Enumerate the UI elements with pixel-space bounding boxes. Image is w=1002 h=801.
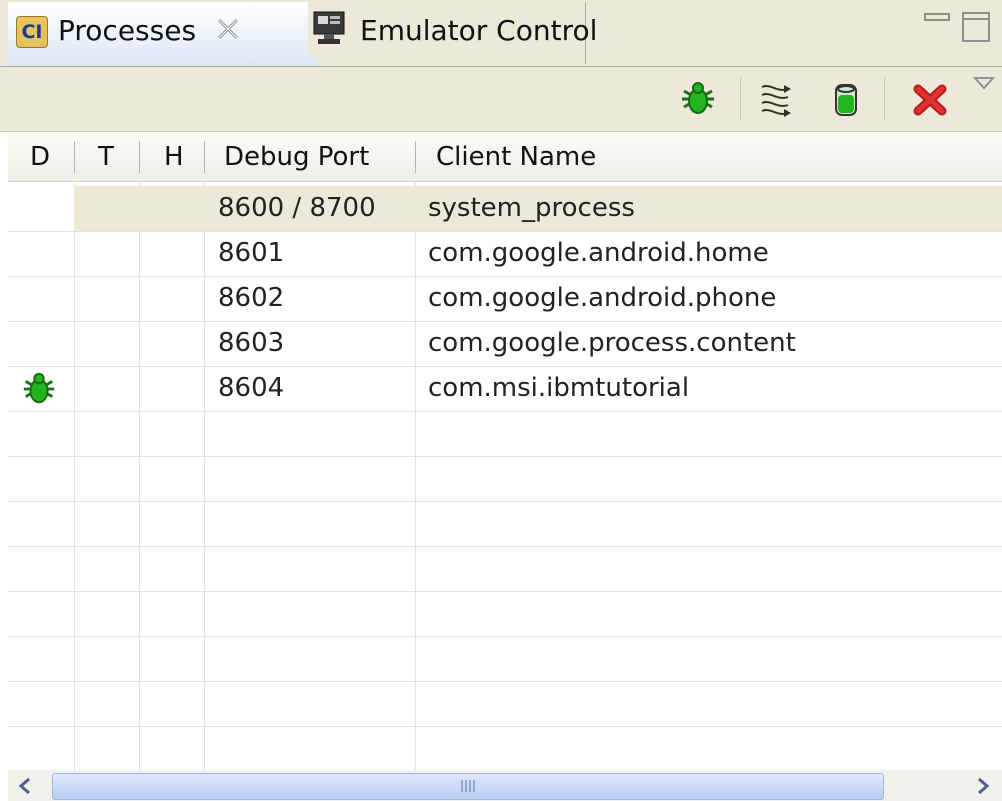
tab-bar: CI Processes Emulator Control bbox=[0, 0, 1002, 67]
empty-row bbox=[8, 411, 1002, 457]
empty-row bbox=[8, 591, 1002, 637]
toolbar bbox=[0, 67, 1002, 132]
update-threads-button[interactable] bbox=[752, 75, 800, 123]
column-header-t[interactable]: T bbox=[98, 133, 114, 181]
column-header-debug-port[interactable]: Debug Port bbox=[224, 133, 369, 181]
empty-row bbox=[8, 636, 1002, 682]
update-heap-button[interactable] bbox=[822, 75, 870, 123]
debug-port-cell: 8602 bbox=[218, 283, 285, 313]
update-threads-icon bbox=[761, 85, 791, 117]
column-header-h[interactable]: H bbox=[164, 133, 184, 181]
process-table: D T H Debug Port Client Name 8600 / 8700… bbox=[8, 133, 1002, 770]
close-icon[interactable] bbox=[214, 15, 242, 43]
chevron-left-icon bbox=[18, 777, 30, 794]
chevron-right-icon bbox=[978, 777, 990, 794]
empty-row bbox=[8, 681, 1002, 727]
table-row[interactable]: 8604 com.msi.ibmtutorial bbox=[8, 366, 1002, 412]
client-name-cell: com.google.android.phone bbox=[428, 283, 777, 313]
minimize-icon[interactable] bbox=[922, 10, 952, 32]
bug-icon bbox=[682, 82, 714, 114]
scroll-thumb[interactable] bbox=[52, 773, 884, 800]
tab-emulator-control-label: Emulator Control bbox=[360, 14, 598, 47]
debug-port-cell: 8600 / 8700 bbox=[218, 193, 376, 223]
emulator-icon bbox=[313, 11, 345, 44]
horizontal-scrollbar[interactable] bbox=[8, 770, 1002, 801]
debug-port-cell: 8603 bbox=[218, 328, 285, 358]
stop-process-button[interactable] bbox=[906, 75, 954, 123]
empty-row bbox=[8, 546, 1002, 592]
client-name-cell: com.msi.ibmtutorial bbox=[428, 373, 690, 403]
table-row[interactable]: 8603 com.google.process.content bbox=[8, 321, 1002, 367]
table-row[interactable]: 8600 / 8700 system_process bbox=[8, 186, 1002, 232]
empty-row bbox=[8, 501, 1002, 547]
column-header-client-name[interactable]: Client Name bbox=[436, 133, 596, 181]
debug-port-cell: 8601 bbox=[218, 238, 285, 268]
empty-row bbox=[8, 726, 1002, 770]
column-header-d[interactable]: D bbox=[30, 133, 50, 181]
stop-process-icon bbox=[913, 84, 947, 116]
table-header: D T H Debug Port Client Name bbox=[8, 133, 1002, 182]
client-name-cell: com.google.android.home bbox=[428, 238, 769, 268]
bug-icon bbox=[23, 372, 55, 404]
empty-row bbox=[8, 456, 1002, 502]
ci-icon: CI bbox=[16, 16, 48, 48]
debug-port-cell: 8604 bbox=[218, 373, 285, 403]
ddms-devices-view: CI Processes Emulator Control D T H Debu… bbox=[0, 0, 1002, 801]
tab-processes-label: Processes bbox=[58, 14, 197, 47]
view-menu-icon[interactable] bbox=[972, 75, 996, 91]
client-name-cell: com.google.process.content bbox=[428, 328, 796, 358]
table-row[interactable]: 8602 com.google.android.phone bbox=[8, 276, 1002, 322]
maximize-icon[interactable] bbox=[960, 10, 994, 44]
debug-process-button[interactable] bbox=[674, 75, 722, 123]
update-heap-icon bbox=[835, 84, 857, 116]
scroll-left-button[interactable] bbox=[8, 770, 42, 801]
scroll-right-button[interactable] bbox=[966, 770, 1000, 801]
table-row[interactable]: 8601 com.google.android.home bbox=[8, 231, 1002, 277]
client-name-cell: system_process bbox=[428, 193, 635, 223]
